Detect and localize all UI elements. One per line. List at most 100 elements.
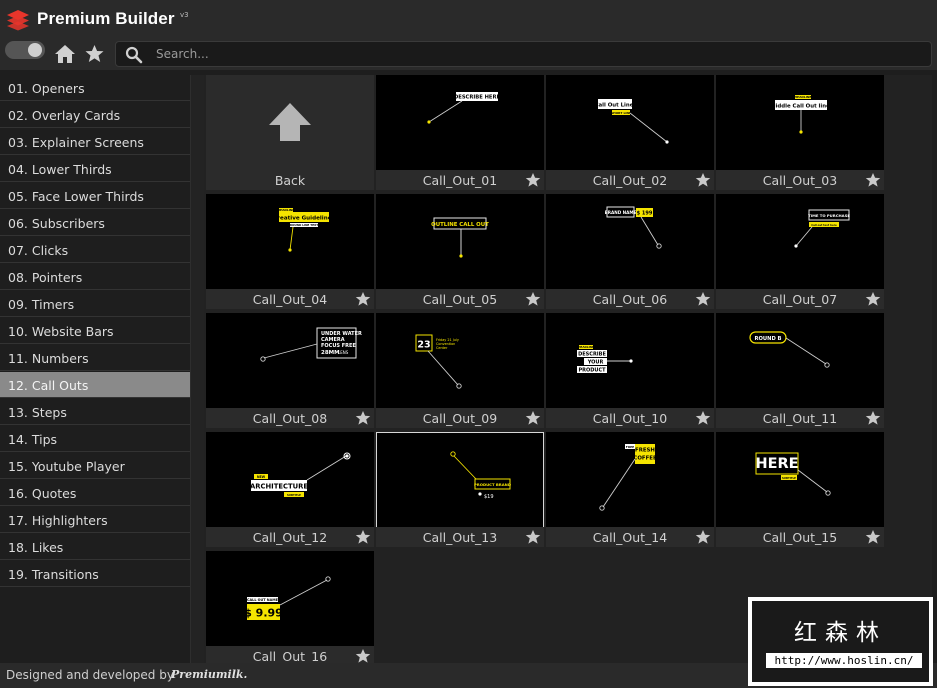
favorite-star-icon[interactable] [355, 410, 371, 426]
template-tile-call-out-11[interactable]: ROUND B Call_Out_11 [716, 313, 884, 428]
template-tile-call-out-09[interactable]: 23 Friday 21 July Convention Center Call_Out… [376, 313, 544, 428]
favorite-star-icon[interactable] [695, 291, 711, 307]
favorite-star-icon[interactable] [355, 529, 371, 545]
sidebar-item-label: 03. Explainer Screens [8, 135, 144, 150]
callout-preview-graphic: ROUND B [749, 331, 830, 368]
home-icon[interactable] [54, 44, 76, 64]
svg-text:ROUND LINE TEXT: ROUND LINE TEXT [290, 223, 318, 227]
tile-preview: OUTLINE CALL OUT [376, 194, 544, 289]
favorites-star-icon[interactable] [84, 44, 105, 64]
tile-label: Call_Out_15 [762, 530, 838, 545]
callout-preview-graphic: FREEFRESH COFFEE [599, 444, 657, 511]
sidebar-item-label: 06. Subscribers [8, 216, 105, 231]
svg-text:FRESH: FRESH [635, 448, 655, 454]
sidebar-item-label: 17. Highlighters [8, 513, 108, 528]
favorite-star-icon[interactable] [525, 529, 541, 545]
sidebar-item-explainer-screens[interactable]: 03. Explainer Screens [0, 129, 190, 155]
tile-label: Call_Out_06 [592, 292, 668, 307]
template-tile-call-out-15[interactable]: HERE SUBTITLE Call_Out_15 [716, 432, 884, 547]
sidebar-item-highlighters[interactable]: 17. Highlighters [0, 507, 190, 533]
callout-preview-graphic: CALL OUT NAME $ 9.99 [244, 576, 331, 620]
sidebar-item-tips[interactable]: 14. Tips [0, 426, 190, 452]
callout-preview-graphic: UNDER WATERCAMERAFOCUS FREE28MMLENS [260, 327, 362, 362]
favorite-star-icon[interactable] [865, 410, 881, 426]
tile-preview: HEADLINE Middle Call Out line. [716, 75, 884, 170]
template-tile-call-out-10[interactable]: HEADLINE DESCRIBE YOUR PRODUCT Call_Out_10 [546, 313, 714, 428]
sidebar-item-subscribers[interactable]: 06. Subscribers [0, 210, 190, 236]
sidebar-item-overlay-cards[interactable]: 02. Overlay Cards [0, 102, 190, 128]
sidebar-item-label: 19. Transitions [8, 567, 99, 582]
favorite-star-icon[interactable] [525, 410, 541, 426]
sidebar-item-call-outs[interactable]: 12. Call Outs [0, 372, 190, 398]
sidebar-item-face-lower-thirds[interactable]: 05. Face Lower Thirds [0, 183, 190, 209]
template-tile-call-out-04[interactable]: HEADLINE Creative Guidelines ROUND LINE TE… [206, 194, 374, 309]
template-tile-call-out-08[interactable]: UNDER WATER CAMERA FOCUS FREE 28MM LENS Call_… [206, 313, 374, 428]
favorite-star-icon[interactable] [355, 648, 371, 664]
search-icon [125, 46, 143, 64]
toggle-knob [28, 43, 42, 57]
back-tile[interactable]: Back [206, 75, 374, 190]
svg-text:CALL OUT NAME: CALL OUT NAME [247, 598, 279, 602]
watermark-overlay: 红森林 http://www.hoslin.cn/ [748, 597, 933, 686]
template-tile-call-out-16[interactable]: CALL OUT NAME $ 9.99 Call_Out_16 [206, 551, 374, 666]
sidebar-item-quotes[interactable]: 16. Quotes [0, 480, 190, 506]
template-tile-call-out-12[interactable]: NEW ARCHITECTURE SUBTITLE Call_Out_12 [206, 432, 374, 547]
template-grid: Back DESCRIBE HERE Call_Out_01 Call Out Li… [204, 75, 932, 666]
favorite-star-icon[interactable] [865, 291, 881, 307]
favorite-star-icon[interactable] [695, 529, 711, 545]
favorite-star-icon[interactable] [525, 172, 541, 188]
template-tile-call-out-01[interactable]: DESCRIBE HERE Call_Out_01 [376, 75, 544, 190]
svg-text:FREE: FREE [626, 445, 634, 449]
tile-label: Call_Out_12 [252, 530, 328, 545]
search-input[interactable] [156, 45, 916, 63]
svg-text:ROUND B: ROUND B [754, 336, 781, 342]
template-tile-call-out-14[interactable]: FREE FRESH COFFEE Call_Out_14 [546, 432, 714, 547]
sidebar-item-likes[interactable]: 18. Likes [0, 534, 190, 560]
svg-text:Middle Call Out line.: Middle Call Out line. [770, 104, 832, 110]
svg-text:$ 9.99: $ 9.99 [244, 607, 283, 620]
svg-text:DESCRIBE HERE: DESCRIBE HERE [454, 95, 501, 101]
tile-caption: Call_Out_12 [206, 527, 374, 547]
favorite-star-icon[interactable] [695, 410, 711, 426]
sidebar-item-label: 12. Call Outs [8, 378, 89, 393]
svg-text:Center: Center [436, 346, 448, 350]
search-box[interactable] [115, 41, 932, 67]
template-tile-call-out-07[interactable]: TIME TO PURCHASE Call out text here Call_O… [716, 194, 884, 309]
sidebar-item-transitions[interactable]: 19. Transitions [0, 561, 190, 587]
template-tile-call-out-06[interactable]: BRAND NAME $ 199 Call_Out_06 [546, 194, 714, 309]
sidebar-item-steps[interactable]: 13. Steps [0, 399, 190, 425]
template-tile-call-out-03[interactable]: HEADLINE Middle Call Out line. Call_Out_03 [716, 75, 884, 190]
tile-caption: Call_Out_08 [206, 408, 374, 428]
template-tile-call-out-05[interactable]: OUTLINE CALL OUT Call_Out_05 [376, 194, 544, 309]
favorite-star-icon[interactable] [695, 172, 711, 188]
sidebar-item-pointers[interactable]: 08. Pointers [0, 264, 190, 290]
sidebar-item-timers[interactable]: 09. Timers [0, 291, 190, 317]
svg-text:HEADLINE: HEADLINE [795, 95, 812, 99]
sidebar-item-website-bars[interactable]: 10. Website Bars [0, 318, 190, 344]
tile-caption: Call_Out_10 [546, 408, 714, 428]
tile-caption: Call_Out_04 [206, 289, 374, 309]
favorite-star-icon[interactable] [865, 172, 881, 188]
svg-text:Call Out Line.: Call Out Line. [595, 103, 636, 109]
tile-label: Call_Out_11 [762, 411, 838, 426]
svg-text:HEADLINE: HEADLINE [578, 345, 594, 349]
sidebar-item-clicks[interactable]: 07. Clicks [0, 237, 190, 263]
template-tile-call-out-02[interactable]: Call Out Line. SHORT LINE Call_Out_02 [546, 75, 714, 190]
callout-preview-graphic: HEADLINE DESCRIBE YOUR PRODUCT [577, 345, 633, 374]
tile-preview: TIME TO PURCHASE Call out text here [716, 194, 884, 289]
sidebar-item-numbers[interactable]: 11. Numbers [0, 345, 190, 371]
template-tile-call-out-13[interactable]: PRODUCT BRAND $19 Call_Out_13 [376, 432, 544, 547]
sidebar-item-lower-thirds[interactable]: 04. Lower Thirds [0, 156, 190, 182]
tile-preview: HEADLINE Creative Guidelines ROUND LINE TE… [206, 194, 374, 289]
app-window: Premium Builder v3 01. Openers 02. Overla… [0, 0, 937, 688]
favorite-star-icon[interactable] [865, 529, 881, 545]
sidebar-item-youtube-player[interactable]: 15. Youtube Player [0, 453, 190, 479]
favorite-star-icon[interactable] [525, 291, 541, 307]
sidebar-item-openers[interactable]: 01. Openers [0, 75, 190, 101]
footer-brand-logo[interactable]: Premiumilk. [171, 668, 247, 681]
tile-caption: Call_Out_15 [716, 527, 884, 547]
mode-toggle[interactable] [5, 41, 45, 59]
sidebar-scroll-track[interactable] [190, 75, 204, 663]
favorite-star-icon[interactable] [355, 291, 371, 307]
back-tile-caption: Back [206, 170, 374, 190]
